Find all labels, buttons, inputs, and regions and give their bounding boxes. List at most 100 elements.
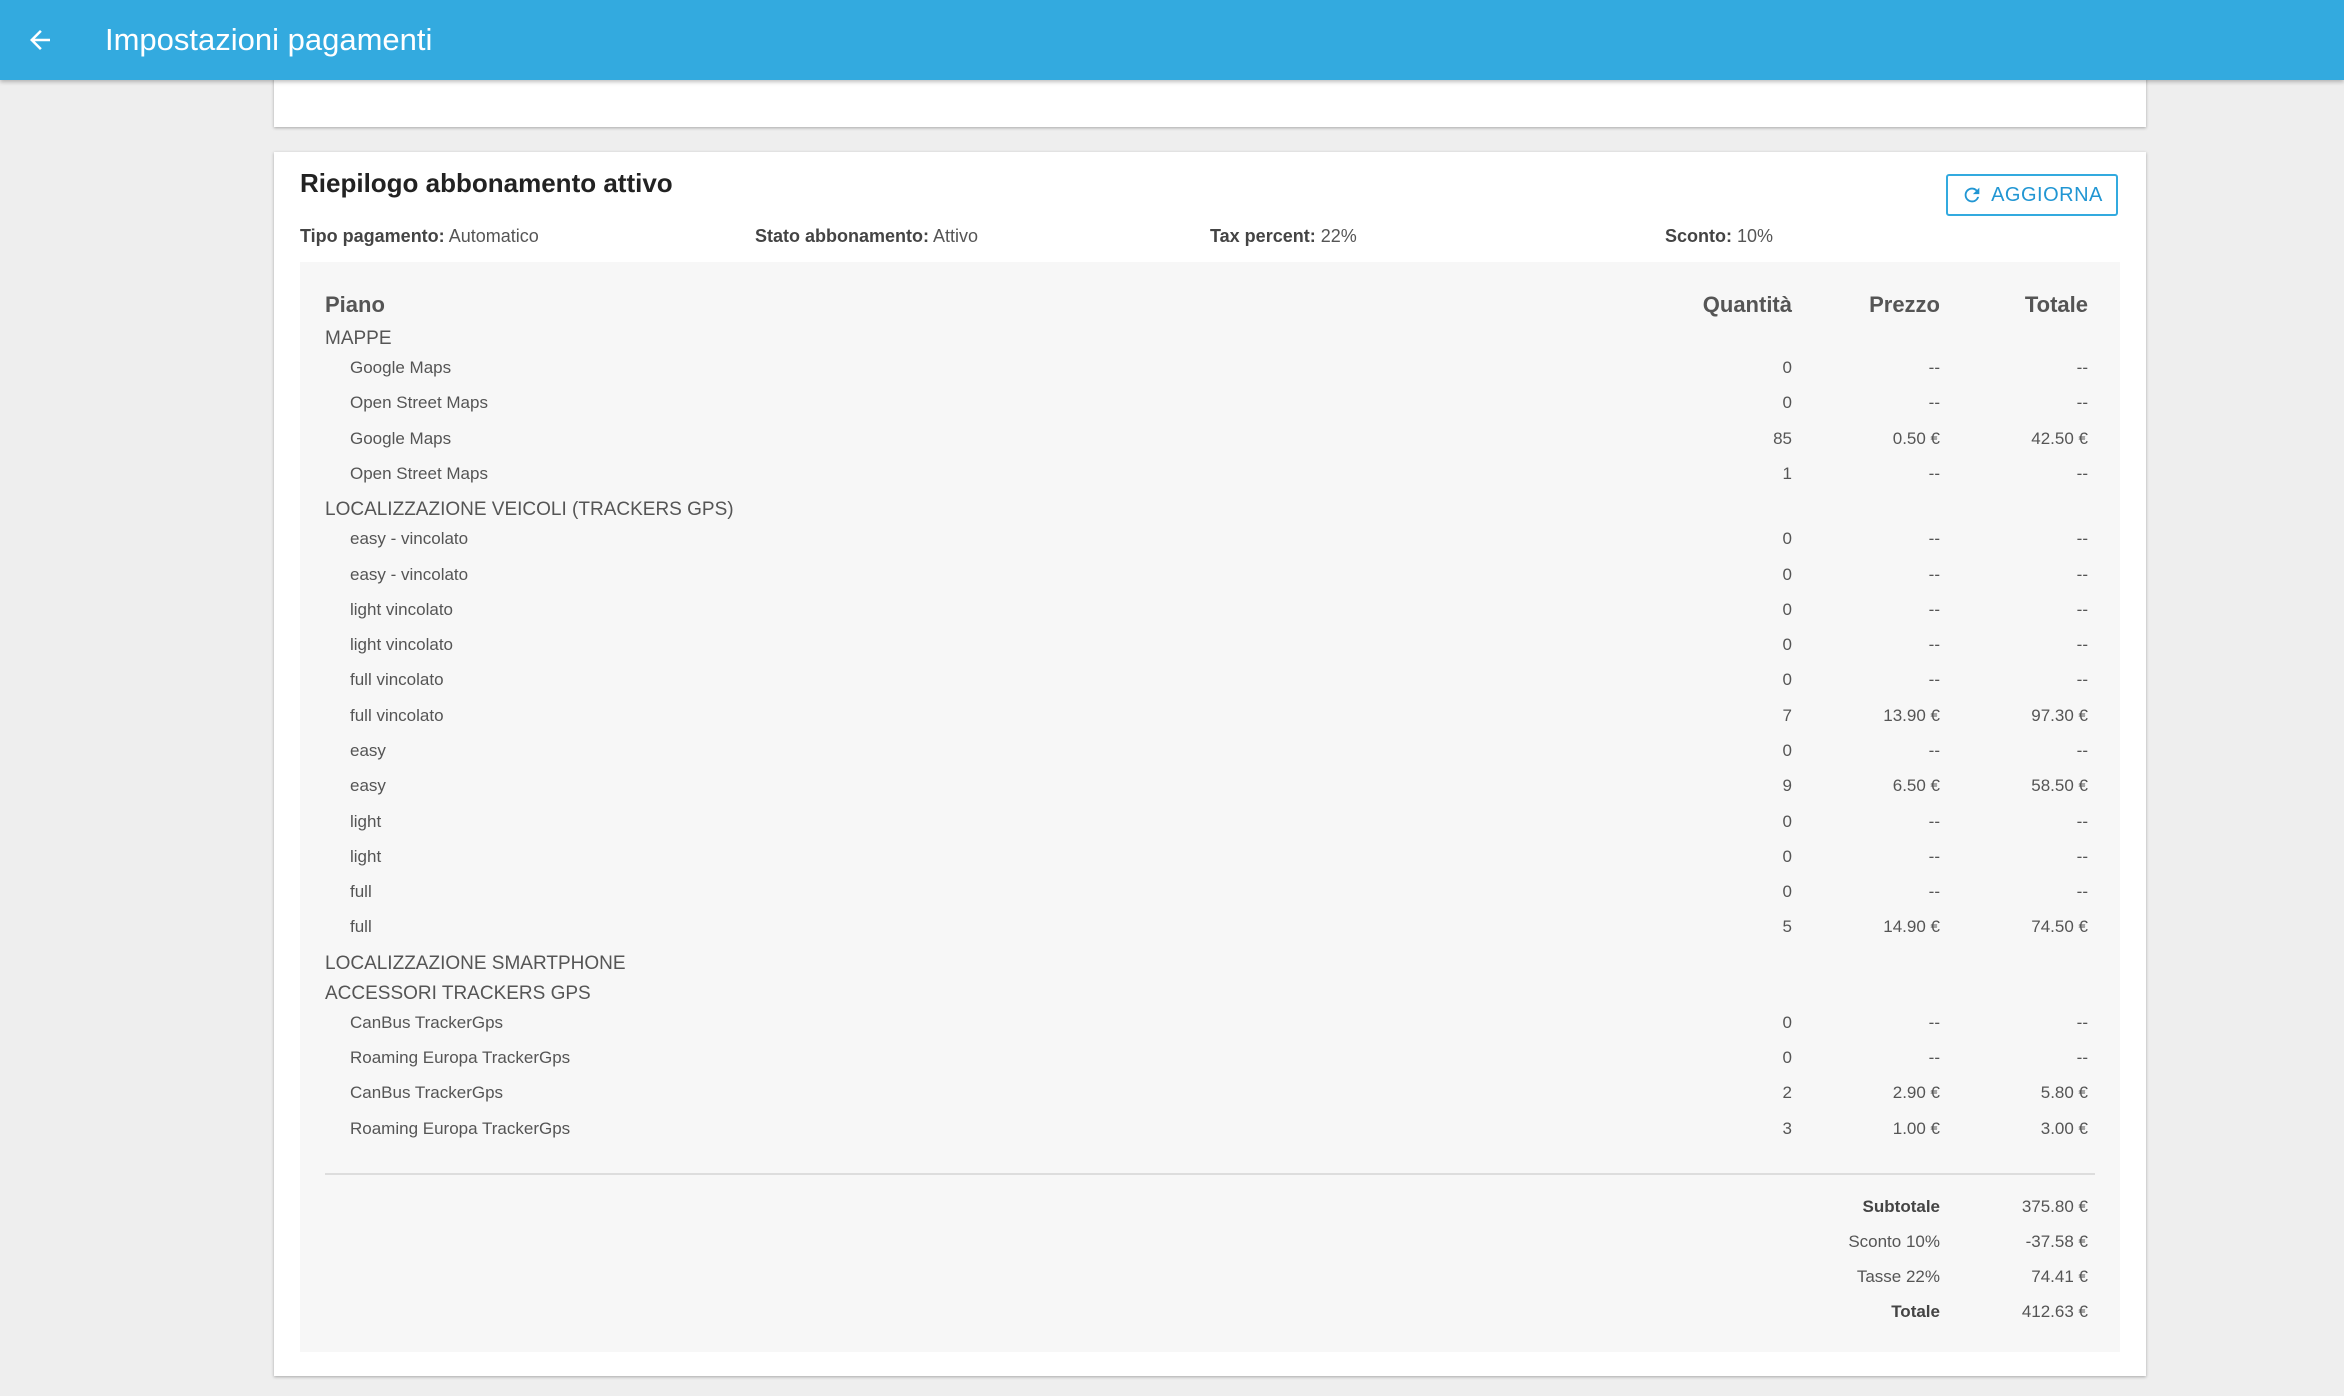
plan-name: light vincolato — [350, 600, 454, 619]
price-cell: -- — [1928, 565, 1940, 584]
price-cell: -- — [1928, 358, 1940, 377]
category-name: LOCALIZZAZIONE SMARTPHONE — [325, 953, 626, 974]
plan-name: Open Street Maps — [350, 393, 488, 412]
plan-name: easy - vincolato — [350, 529, 469, 548]
total-cell: -- — [2076, 464, 2088, 483]
table-row: easy - vincolato 0 -- -- — [300, 565, 2120, 595]
plan-name: Open Street Maps — [350, 464, 488, 483]
table-row: CanBus TrackerGps 0 -- -- — [300, 1013, 2120, 1043]
table-row: light vincolato 0 -- -- — [300, 635, 2120, 665]
summary-value: 375.80 € — [2021, 1197, 2088, 1216]
quantity-cell: 0 — [1782, 1013, 1792, 1032]
price-cell: -- — [1928, 464, 1940, 483]
table-row: full 0 -- -- — [300, 882, 2120, 912]
total-cell: -- — [2076, 741, 2088, 760]
total-cell: 5.80 € — [2040, 1083, 2088, 1102]
price-cell: 2.90 € — [1892, 1083, 1940, 1102]
price-cell: -- — [1928, 1013, 1940, 1032]
price-cell: 13.90 € — [1883, 706, 1940, 725]
table-row: Open Street Maps 1 -- -- — [300, 464, 2120, 494]
quantity-cell: 0 — [1782, 847, 1792, 866]
quantity-cell: 0 — [1782, 1048, 1792, 1067]
summary-label: Totale — [1891, 1302, 1940, 1321]
total-cell: -- — [2076, 600, 2088, 619]
price-cell: -- — [1928, 882, 1940, 901]
plan-name: light — [350, 847, 382, 866]
table-row: full vincolato 0 -- -- — [300, 670, 2120, 700]
total-cell: 42.50 € — [2031, 429, 2088, 448]
total-cell: -- — [2076, 882, 2088, 901]
page-title: Impostazioni pagamenti — [105, 22, 433, 57]
price-cell: -- — [1928, 635, 1940, 654]
refresh-button[interactable]: AGGIORNA — [1946, 174, 2118, 216]
plan-name: full — [350, 917, 372, 936]
summary-row: Subtotale 375.80 € — [300, 1197, 2120, 1225]
total-cell: -- — [2076, 529, 2088, 548]
category-row: LOCALIZZAZIONE VEICOLI (TRACKERS GPS) — [300, 499, 2120, 529]
price-cell: -- — [1928, 529, 1940, 548]
total-cell: -- — [2076, 565, 2088, 584]
total-cell: 97.30 € — [2031, 706, 2088, 725]
quantity-cell: 0 — [1782, 358, 1792, 377]
table-row: CanBus TrackerGps 2 2.90 € 5.80 € — [300, 1083, 2120, 1113]
summary-value: 74.41 € — [2031, 1267, 2088, 1286]
plan-name: full vincolato — [350, 670, 444, 689]
quantity-cell: 0 — [1782, 600, 1792, 619]
plan-name: light vincolato — [350, 635, 454, 654]
price-cell: 1.00 € — [1892, 1119, 1940, 1138]
price-cell: 14.90 € — [1883, 917, 1940, 936]
plan-name: Google Maps — [350, 358, 452, 377]
total-cell: -- — [2076, 670, 2088, 689]
summary-row: Sconto 10% -37.58 € — [300, 1232, 2120, 1260]
quantity-cell: 0 — [1782, 741, 1792, 760]
quantity-cell: 1 — [1782, 464, 1792, 483]
status-info: Stato abbonamento: Attivo — [755, 226, 979, 246]
quantity-cell: 9 — [1782, 776, 1792, 795]
quantity-cell: 5 — [1782, 917, 1792, 936]
header-price: Prezzo — [1869, 292, 1940, 317]
total-cell: -- — [2076, 635, 2088, 654]
total-cell: 3.00 € — [2040, 1119, 2088, 1138]
quantity-cell: 0 — [1782, 565, 1792, 584]
summary-row: Tasse 22% 74.41 € — [300, 1267, 2120, 1295]
plan-name: Roaming Europa TrackerGps — [350, 1119, 571, 1138]
plan-name: easy — [350, 776, 386, 795]
discount-info: Sconto: 10% — [1665, 226, 1774, 246]
summary-value: -37.58 € — [2025, 1232, 2088, 1251]
category-row: ACCESSORI TRACKERS GPS — [300, 983, 2120, 1013]
quantity-cell: 3 — [1782, 1119, 1792, 1138]
quantity-cell: 0 — [1782, 635, 1792, 654]
app-bar: Impostazioni pagamenti — [0, 0, 2344, 80]
plan-name: Roaming Europa TrackerGps — [350, 1048, 571, 1067]
summary-divider — [325, 1173, 2095, 1175]
plan-name: Google Maps — [350, 429, 452, 448]
subscription-summary-card: Riepilogo abbonamento attivo AGGIORNA Ti… — [274, 152, 2146, 1376]
table-row: easy - vincolato 0 -- -- — [300, 529, 2120, 559]
header-total: Totale — [2024, 292, 2088, 317]
table-row: light 0 -- -- — [300, 812, 2120, 842]
category-row: MAPPE — [300, 328, 2120, 358]
quantity-cell: 0 — [1782, 812, 1792, 831]
header-quantity: Quantità — [1702, 292, 1792, 317]
price-cell: 0.50 € — [1892, 429, 1940, 448]
table-row: full 5 14.90 € 74.50 € — [300, 917, 2120, 947]
quantity-cell: 0 — [1782, 670, 1792, 689]
price-cell: -- — [1928, 600, 1940, 619]
table-row: easy 9 6.50 € 58.50 € — [300, 776, 2120, 806]
header-plan: Piano — [325, 292, 385, 317]
back-button[interactable] — [0, 0, 80, 80]
payment-type-info: Tipo pagamento: Automatico — [300, 226, 539, 246]
total-cell: 74.50 € — [2031, 917, 2088, 936]
table-row: Roaming Europa TrackerGps 0 -- -- — [300, 1048, 2120, 1078]
quantity-cell: 85 — [1773, 429, 1792, 448]
total-cell: -- — [2076, 393, 2088, 412]
plan-name: CanBus TrackerGps — [350, 1013, 504, 1032]
plan-name: full — [350, 882, 372, 901]
price-cell: -- — [1928, 1048, 1940, 1067]
category-row: LOCALIZZAZIONE SMARTPHONE — [300, 953, 2120, 983]
price-cell: -- — [1928, 847, 1940, 866]
plan-name: full vincolato — [350, 706, 444, 725]
table-row: easy 0 -- -- — [300, 741, 2120, 771]
summary-row: Totale 412.63 € — [300, 1302, 2120, 1330]
category-name: ACCESSORI TRACKERS GPS — [325, 983, 591, 1004]
